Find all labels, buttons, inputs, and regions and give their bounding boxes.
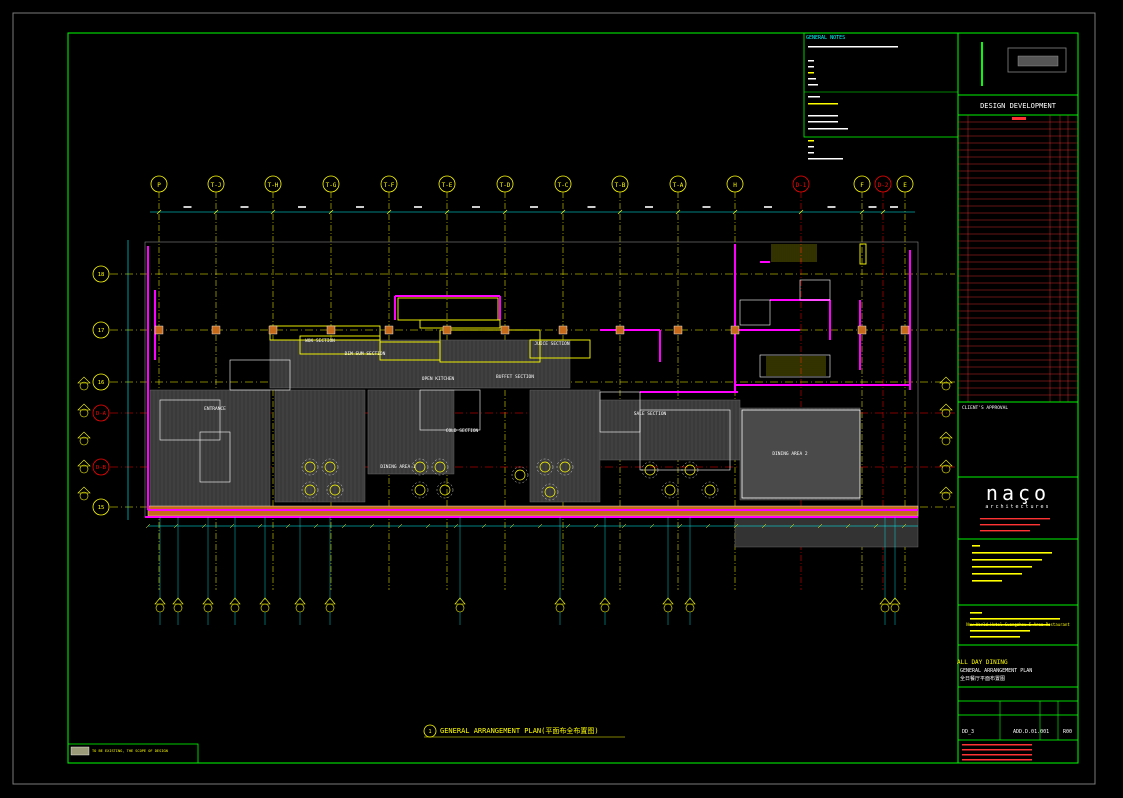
grid-column-label: T-E: [442, 182, 453, 189]
drawing-title-line1: ALL DAY DINING: [957, 659, 1008, 666]
client-approval-box: [957, 401, 1079, 478]
grid-column-p: P: [150, 175, 168, 590]
grid-column-label: T-A: [673, 182, 684, 189]
floor-plan: OPEN KITCHEN DINING AREA 1 DINING AREA 2 EN…: [144, 241, 919, 548]
grid-row-label: 18: [98, 272, 105, 278]
grid-column-label: T-B: [615, 182, 626, 189]
grid-column-t-b: T-B: [611, 175, 629, 590]
logo-text: naço: [986, 481, 1050, 505]
client-approval-label: CLIENT'S APPROVAL: [962, 405, 1008, 411]
sheet-label: DD_3: [962, 729, 974, 735]
grid-column-label: D-2: [878, 182, 889, 189]
grid-column-label: T-G: [326, 182, 337, 189]
grid-column-label: P: [157, 182, 161, 189]
grid-row-label: D-B: [96, 465, 107, 471]
legend-text: TO BE EXISTING, THE SCOPE OF DESIGN: [92, 749, 168, 753]
room-label: DIM SUM SECTION: [345, 351, 386, 357]
room-label: ENTRANCE: [204, 406, 226, 412]
general-notes-lines: [808, 46, 898, 160]
room-label: COLD SECTION: [446, 428, 479, 434]
room-label: OPEN KITCHEN: [422, 376, 455, 382]
grid-row-label: 17: [98, 328, 105, 334]
room-label: DINING AREA 2: [772, 451, 808, 457]
grid-column-t-j: T-J: [207, 175, 225, 590]
grid-row-18: 18: [92, 265, 955, 283]
general-notes-heading: GENERAL NOTES: [806, 35, 845, 41]
legend-swatch: [70, 746, 90, 756]
grid-column-label: T-D: [500, 182, 511, 189]
drawing-title: GENERAL ARRANGEMENT PLAN(平面布全布置图): [440, 726, 599, 735]
drawing-number: ADD.D.01.001: [1013, 729, 1049, 735]
cad-drawing-sheet: P T-J T-H T-G T-F T-E T-D T-C T-B T-A H D-1 F D-2 E 18…: [12, 12, 1096, 785]
project-box: [957, 538, 1079, 606]
revision-table: [957, 42, 1079, 403]
room-label: BUFFET SECTION: [496, 374, 534, 380]
grid-column-label: F: [860, 182, 864, 189]
grid-column-label: E: [903, 182, 907, 189]
room-label: DINING AREA 1: [380, 464, 416, 470]
title-block-cells: [957, 518, 1079, 764]
grid-column-label: T-F: [384, 182, 395, 189]
room-label: SALE SECTION: [634, 411, 667, 417]
grid-column-label: T-J: [211, 182, 222, 189]
drawing-title-line3: 全日餐厅平面布置图: [960, 675, 1005, 682]
grid-column-label: H: [733, 182, 737, 189]
logo-subtext: architectures: [985, 504, 1050, 510]
room-label: JUICE SECTION: [534, 341, 570, 347]
grid-row-label: D-A: [96, 411, 107, 417]
grid-column-label: T-C: [558, 182, 569, 189]
grid-column-label: D-1: [796, 182, 807, 189]
title-number: 1: [428, 729, 431, 735]
grid-column-label: T-H: [268, 182, 279, 189]
drawing-title-line2: GENERAL ARRANGEMENT PLAN: [960, 668, 1032, 674]
revision-number: R00: [1063, 729, 1072, 735]
grid-row-label: 15: [98, 505, 105, 511]
room-label: WOK SECTION: [305, 338, 335, 344]
grid-row-label: 16: [98, 380, 105, 386]
stage-label: DESIGN DEVELOPMENT: [980, 102, 1057, 110]
